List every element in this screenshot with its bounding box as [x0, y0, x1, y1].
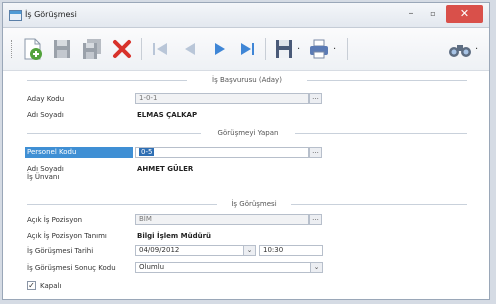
applicant-code-label: Aday Kodu	[27, 95, 65, 103]
print-dropdown-icon[interactable]	[307, 37, 331, 61]
applicant-section-title: İş Başvurusu (Aday)	[212, 76, 282, 84]
dropdown-arrow[interactable]: ·	[297, 44, 300, 55]
new-document-icon[interactable]	[21, 37, 43, 61]
dropdown-arrow[interactable]: ·	[333, 44, 336, 55]
position-desc-label: Açık İş Pozisyon Tanımı	[27, 232, 107, 240]
staff-lookup-button[interactable]: ...	[309, 147, 322, 158]
interview-window: İş Görüşmesi – ▫ ✕ · · · İş Başvurusu (A…	[2, 2, 490, 300]
section-divider	[27, 133, 201, 134]
position-desc-value: Bilgi İşlem Müdürü	[137, 232, 212, 240]
job-title-label: İş Ünvanı	[27, 173, 60, 181]
date-dropdown-button[interactable]: ⌄	[243, 245, 256, 256]
toolbar: · · ·	[3, 28, 489, 71]
closed-label: Kapalı	[40, 282, 62, 290]
dropdown-arrow[interactable]: ·	[475, 44, 478, 55]
title-bar: İş Görüşmesi – ▫ ✕	[3, 3, 489, 28]
position-field[interactable]: BİM	[135, 214, 309, 225]
save-dropdown-icon[interactable]	[273, 37, 295, 61]
save-icon[interactable]	[51, 37, 73, 61]
delete-icon[interactable]	[111, 37, 133, 61]
result-code-label: İş Görüşmesi Sonuç Kodu	[27, 264, 116, 272]
previous-record-icon[interactable]	[179, 37, 201, 61]
interview-date-field[interactable]: 04/09/2012	[135, 245, 255, 256]
interviewer-section-title: Görüşmeyi Yapan	[217, 129, 279, 137]
interview-time-field[interactable]: 10:30	[259, 245, 323, 256]
section-divider	[27, 204, 217, 205]
toolbar-grip[interactable]	[11, 40, 15, 58]
last-record-icon[interactable]	[237, 37, 259, 61]
toolbar-separator	[265, 38, 266, 60]
result-dropdown-button[interactable]: ⌄	[310, 262, 323, 273]
staff-code-label: Personel Kodu	[25, 147, 133, 158]
applicant-name-label: Adı Soyadı	[27, 111, 64, 119]
position-lookup-button[interactable]: ...	[309, 214, 322, 225]
position-label: Açık İş Pozisyon	[27, 216, 83, 224]
minimize-button[interactable]: –	[402, 5, 420, 23]
interviewer-name-label: Adı Soyadı	[27, 165, 64, 173]
window-form-icon	[9, 10, 22, 21]
applicant-name-value: ELMAS ÇALKAP	[137, 111, 198, 119]
staff-code-field[interactable]: 0-5	[135, 147, 309, 158]
first-record-icon[interactable]	[149, 37, 171, 61]
staff-code-value: 0-5	[139, 148, 155, 156]
applicant-lookup-button[interactable]: ...	[309, 93, 322, 104]
next-record-icon[interactable]	[209, 37, 231, 61]
interview-date-label: İş Görüşmesi Tarihi	[27, 247, 94, 255]
section-divider	[295, 133, 467, 134]
toolbar-separator	[347, 38, 348, 60]
maximize-button[interactable]: ▫	[424, 5, 442, 23]
interviewer-name-value: AHMET GÜLER	[137, 165, 194, 173]
closed-checkbox[interactable]: ✓	[27, 281, 36, 290]
result-code-select[interactable]: Olumlu	[135, 262, 323, 273]
save-all-icon[interactable]	[81, 37, 103, 61]
section-divider	[291, 204, 467, 205]
find-icon[interactable]	[447, 37, 473, 61]
window-title: İş Görüşmesi	[25, 10, 77, 19]
section-divider	[307, 80, 467, 81]
interview-section-title: İş Görüşmesi	[231, 200, 277, 208]
close-button[interactable]: ✕	[446, 5, 483, 23]
section-divider	[27, 80, 187, 81]
applicant-code-field[interactable]: 1-0-1	[135, 93, 309, 104]
toolbar-separator	[141, 38, 142, 60]
